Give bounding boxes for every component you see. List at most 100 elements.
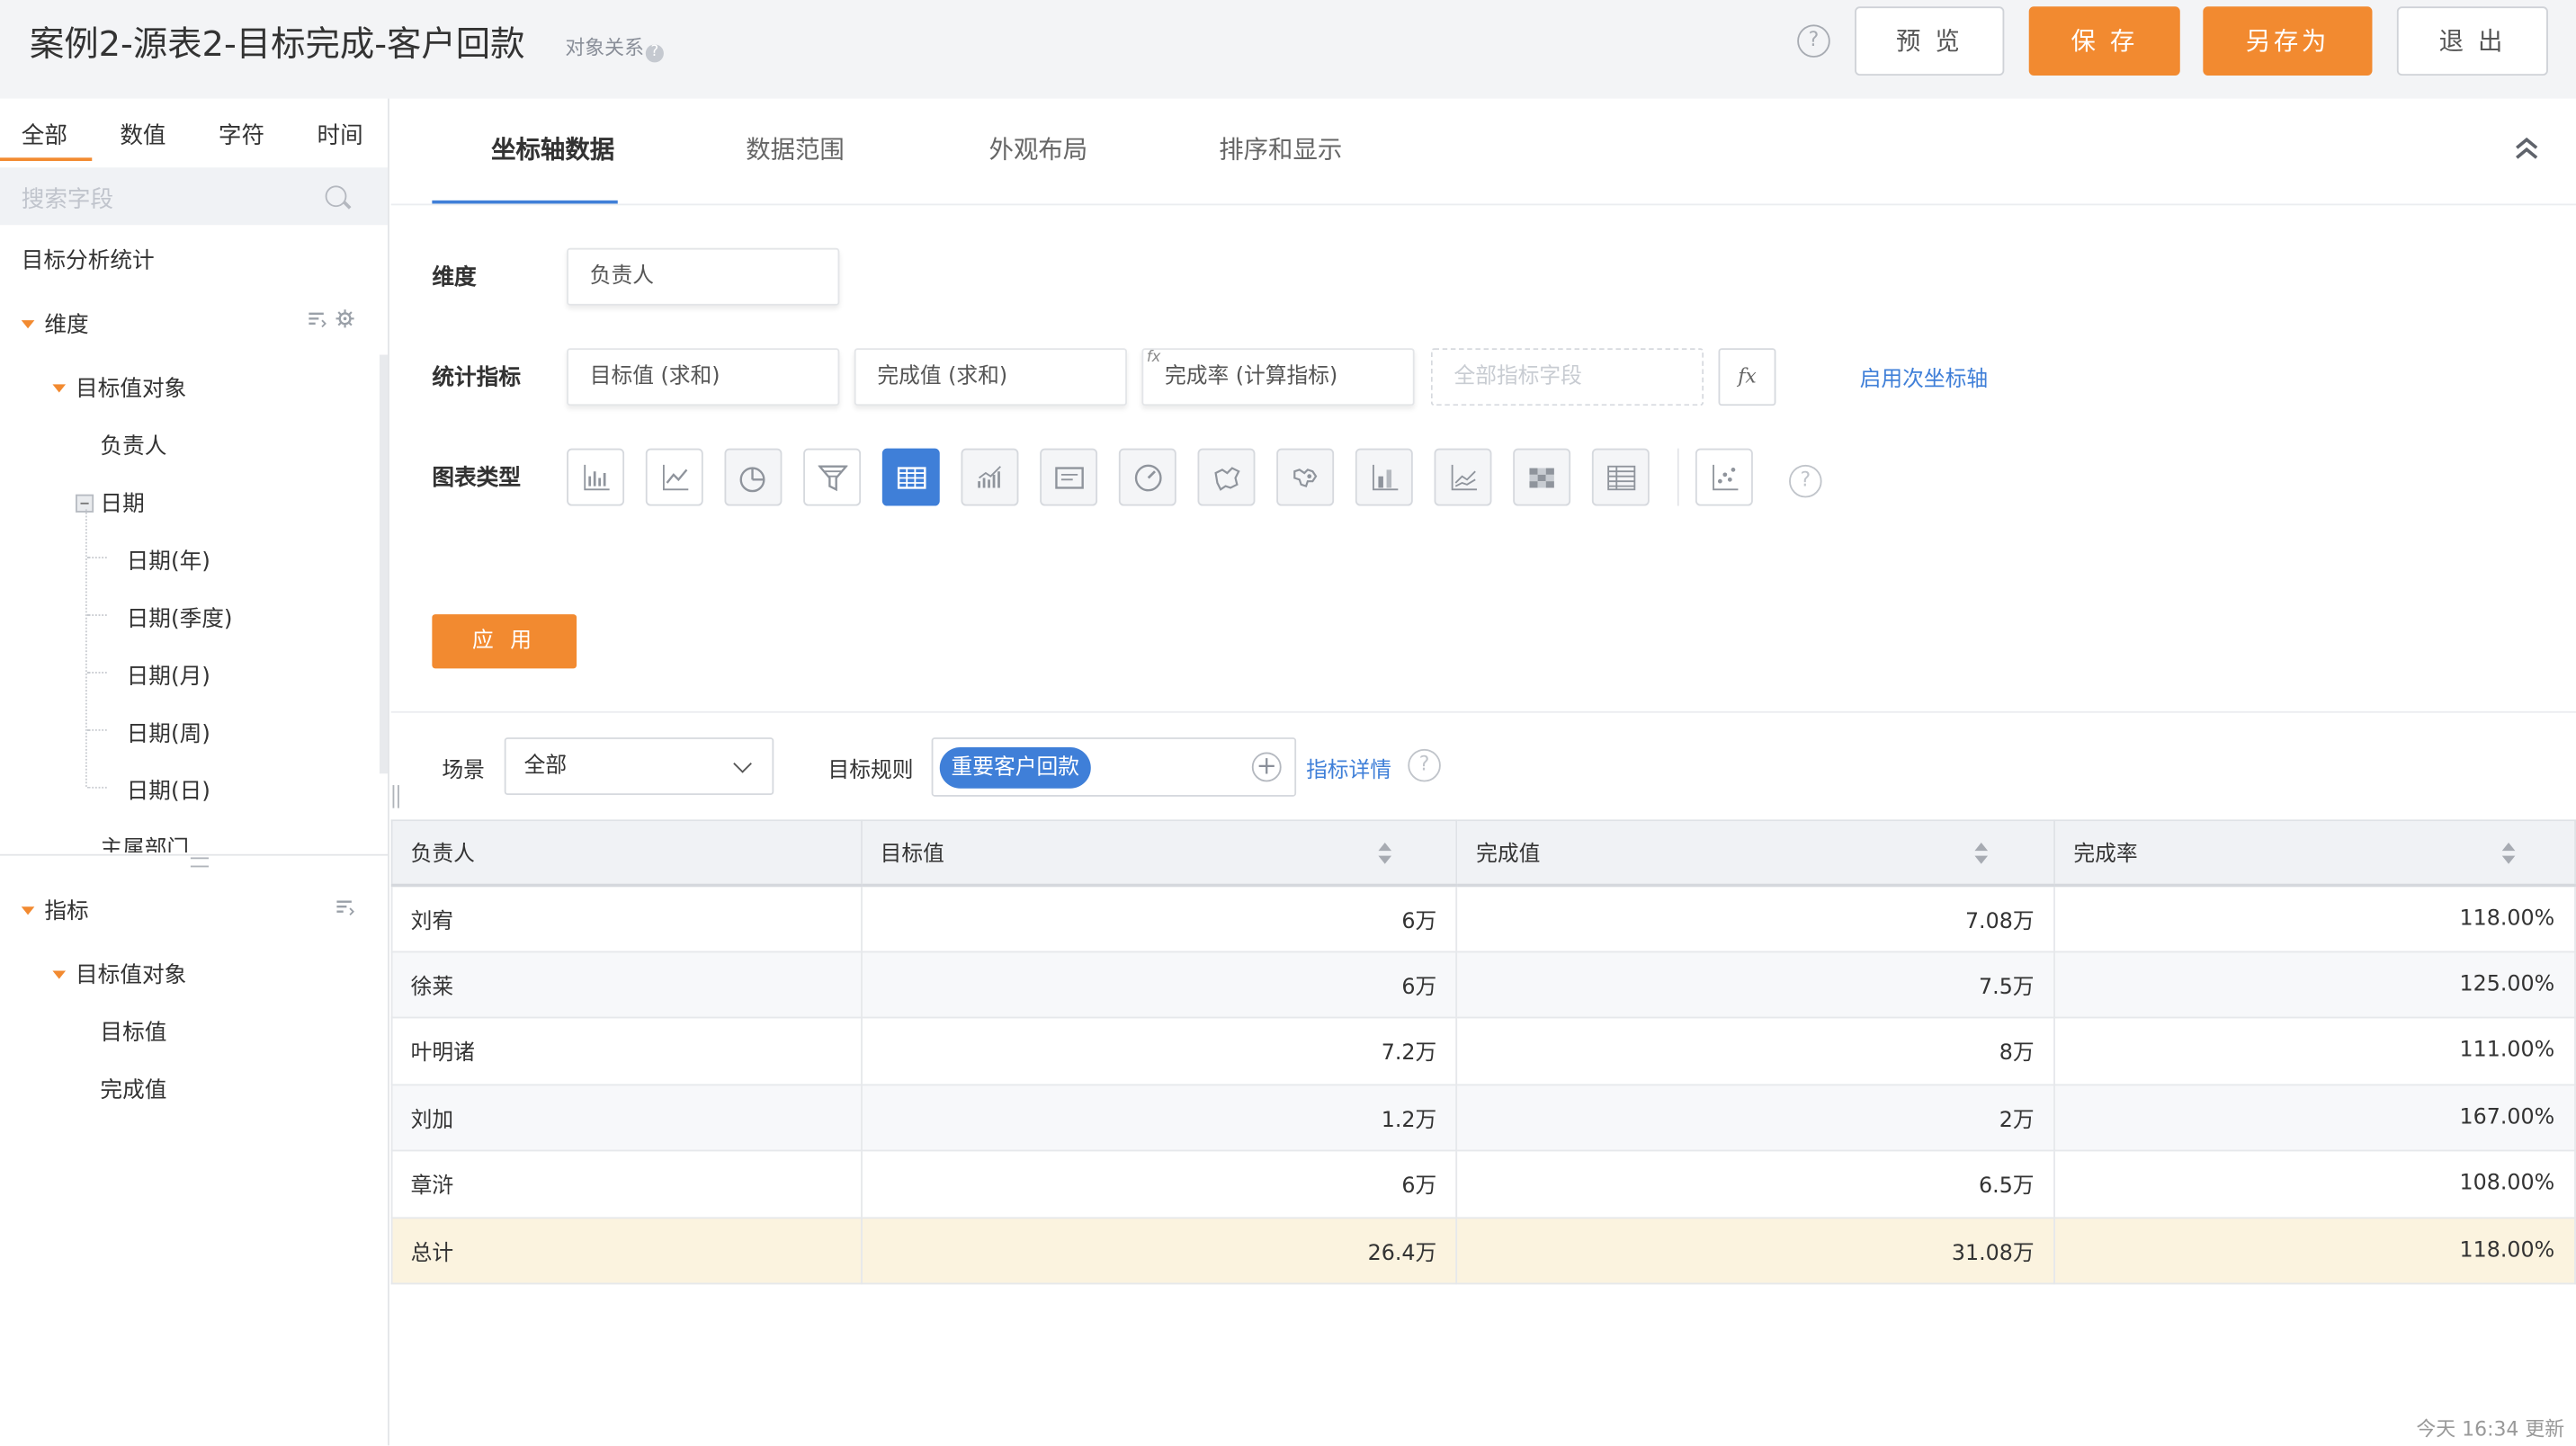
- field-date-year[interactable]: 日期(年): [127, 542, 210, 575]
- table-chart-icon[interactable]: [881, 448, 940, 506]
- apply-button[interactable]: 应 用: [432, 614, 577, 669]
- cell-owner: 刘加: [390, 1083, 863, 1152]
- cell-rate: 125.00%: [2053, 950, 2576, 1019]
- chart-type-help-icon[interactable]: ?: [1789, 464, 1822, 498]
- sort-icon[interactable]: [1378, 842, 1392, 866]
- chevron-down-icon: [733, 754, 752, 773]
- area-chart-icon[interactable]: [961, 448, 1019, 506]
- field-department[interactable]: 主属部门: [100, 829, 189, 852]
- sidebar-scrollbar[interactable]: [379, 354, 389, 774]
- multi-line-icon[interactable]: [1434, 448, 1492, 506]
- line-chart-icon[interactable]: [645, 448, 703, 506]
- cell-rate: 118.00%: [2053, 883, 2576, 952]
- pie-chart-icon[interactable]: [724, 448, 783, 506]
- cell-completed: 7.5万: [1456, 950, 2056, 1019]
- enable-secondary-axis-link[interactable]: 启用次坐标轴: [1860, 362, 1988, 392]
- metric-detail-link[interactable]: 指标详情: [1306, 753, 1391, 783]
- tab-axis-data[interactable]: 坐标轴数据: [491, 131, 614, 165]
- sort-fields-icon[interactable]: [308, 308, 327, 333]
- cell-owner: 刘宥: [390, 883, 863, 952]
- field-date-week[interactable]: 日期(周): [127, 715, 210, 747]
- target-rule-input[interactable]: 重要客户回款 +: [931, 737, 1297, 797]
- gauge-chart-icon[interactable]: [1118, 448, 1176, 506]
- dimension-field-chip[interactable]: 负责人: [567, 247, 840, 306]
- tab-data-range[interactable]: 数据范围: [746, 131, 845, 165]
- app-root: 案例2-源表2-目标完成-客户回款 对象关系? ? 预 览 保 存 另存为 退 …: [0, 0, 2576, 1446]
- map-chart-icon[interactable]: [1197, 448, 1256, 506]
- result-table: 负责人 目标值 完成值 完成率 刘宥 6万 7.08万 118.00% 徐莱 6…: [390, 819, 2576, 1285]
- metric-chip-target[interactable]: 目标值 (求和): [567, 348, 840, 406]
- object-relation-link[interactable]: 对象关系?: [565, 33, 664, 63]
- dimension-section-toggle[interactable]: 维度: [21, 306, 89, 338]
- metric-chip-rate[interactable]: fx 完成率 (计算指标): [1141, 348, 1415, 406]
- date-node-label: 日期: [100, 491, 145, 518]
- add-rule-icon[interactable]: +: [1251, 752, 1282, 782]
- field-target-value[interactable]: 目标值: [100, 1013, 166, 1046]
- sidebar-tab-number[interactable]: 数值: [120, 119, 165, 152]
- tab-sort-display[interactable]: 排序和显示: [1219, 131, 1342, 165]
- tree-connector: [86, 672, 107, 674]
- metric-drop-zone[interactable]: 全部指标字段: [1430, 348, 1704, 406]
- metric-section-toggle[interactable]: 指标: [21, 892, 89, 924]
- metric-chip-completed[interactable]: 完成值 (求和): [854, 348, 1127, 406]
- settings-gear-icon[interactable]: [335, 308, 355, 333]
- active-tab-indicator: [0, 157, 93, 161]
- sidebar-tab-all[interactable]: 全部: [22, 119, 67, 152]
- object-relation-label: 对象关系: [565, 36, 645, 59]
- column-header-target[interactable]: 目标值: [860, 819, 1458, 887]
- heatmap-icon[interactable]: [1513, 448, 1571, 506]
- column-header-completed[interactable]: 完成值: [1456, 819, 2056, 887]
- column-header-owner[interactable]: 负责人: [390, 819, 863, 887]
- card-chart-icon[interactable]: [1040, 448, 1098, 506]
- dimension-label: 维度: [432, 264, 477, 291]
- column-header-rate[interactable]: 完成率: [2053, 819, 2576, 887]
- search-icon[interactable]: [325, 185, 347, 208]
- resize-handle-icon[interactable]: [190, 857, 209, 868]
- tab-divider: [390, 203, 2576, 206]
- field-date-quarter[interactable]: 日期(季度): [127, 600, 233, 632]
- cell-total-label: 总计: [390, 1216, 863, 1285]
- save-button[interactable]: 保 存: [2028, 6, 2180, 76]
- field-date-day[interactable]: 日期(日): [127, 772, 210, 805]
- field-completed-value[interactable]: 完成值: [100, 1071, 166, 1103]
- table-row: 叶明诸 7.2万 8万 111.00%: [390, 1016, 2576, 1085]
- help-icon[interactable]: ?: [1797, 24, 1830, 58]
- tree-connector: [85, 509, 87, 787]
- save-as-button[interactable]: 另存为: [2203, 6, 2373, 76]
- field-search-input[interactable]: 搜索字段: [0, 167, 389, 226]
- fx-formula-button[interactable]: fx: [1718, 348, 1776, 406]
- tab-appearance-layout[interactable]: 外观布局: [989, 131, 1088, 165]
- collapse-up-icon[interactable]: [2514, 135, 2540, 161]
- funnel-chart-icon[interactable]: [803, 448, 862, 506]
- bar-chart-icon[interactable]: [567, 448, 625, 506]
- pivot-table-icon[interactable]: [1591, 448, 1650, 506]
- metric-detail-help-icon[interactable]: ?: [1408, 748, 1441, 782]
- cell-owner: 徐莱: [390, 950, 863, 1019]
- metric-object-node[interactable]: 目标值对象: [52, 956, 186, 989]
- field-date-month[interactable]: 日期(月): [127, 657, 210, 690]
- sort-icon[interactable]: [2502, 842, 2517, 866]
- table-total-row: 总计 26.4万 31.08万 118.00%: [390, 1216, 2576, 1285]
- dimension-object-label: 目标值对象: [76, 376, 187, 403]
- world-map-icon[interactable]: [1276, 448, 1335, 506]
- section-divider: [390, 710, 2576, 713]
- sidebar-tab-time[interactable]: 时间: [318, 119, 363, 152]
- scatter-chart-icon[interactable]: [1695, 448, 1753, 506]
- chart-type-separator: [1677, 448, 1679, 506]
- scene-select[interactable]: 全部: [504, 737, 774, 796]
- rule-tag[interactable]: 重要客户回款: [939, 747, 1091, 789]
- field-sidebar: 全部 数值 字符 时间 搜索字段 目标分析统计 维度 目标值对象 负责人 日期: [0, 98, 389, 1446]
- section-divider: [0, 853, 389, 856]
- stacked-bar-icon[interactable]: [1355, 448, 1413, 506]
- exit-button[interactable]: 退 出: [2396, 6, 2548, 76]
- dimension-object-node[interactable]: 目标值对象: [52, 370, 187, 403]
- sort-fields-icon[interactable]: [335, 897, 355, 921]
- table-header-row: 负责人 目标值 完成值 完成率: [390, 819, 2576, 887]
- sort-icon[interactable]: [1975, 842, 1990, 866]
- tree-connector: [86, 557, 107, 559]
- cell-rate: 108.00%: [2053, 1149, 2576, 1218]
- preview-button[interactable]: 预 览: [1855, 6, 2005, 76]
- page-title: 案例2-源表2-目标完成-客户回款: [29, 24, 525, 65]
- field-owner[interactable]: 负责人: [100, 427, 166, 460]
- sidebar-tab-string[interactable]: 字符: [219, 119, 264, 152]
